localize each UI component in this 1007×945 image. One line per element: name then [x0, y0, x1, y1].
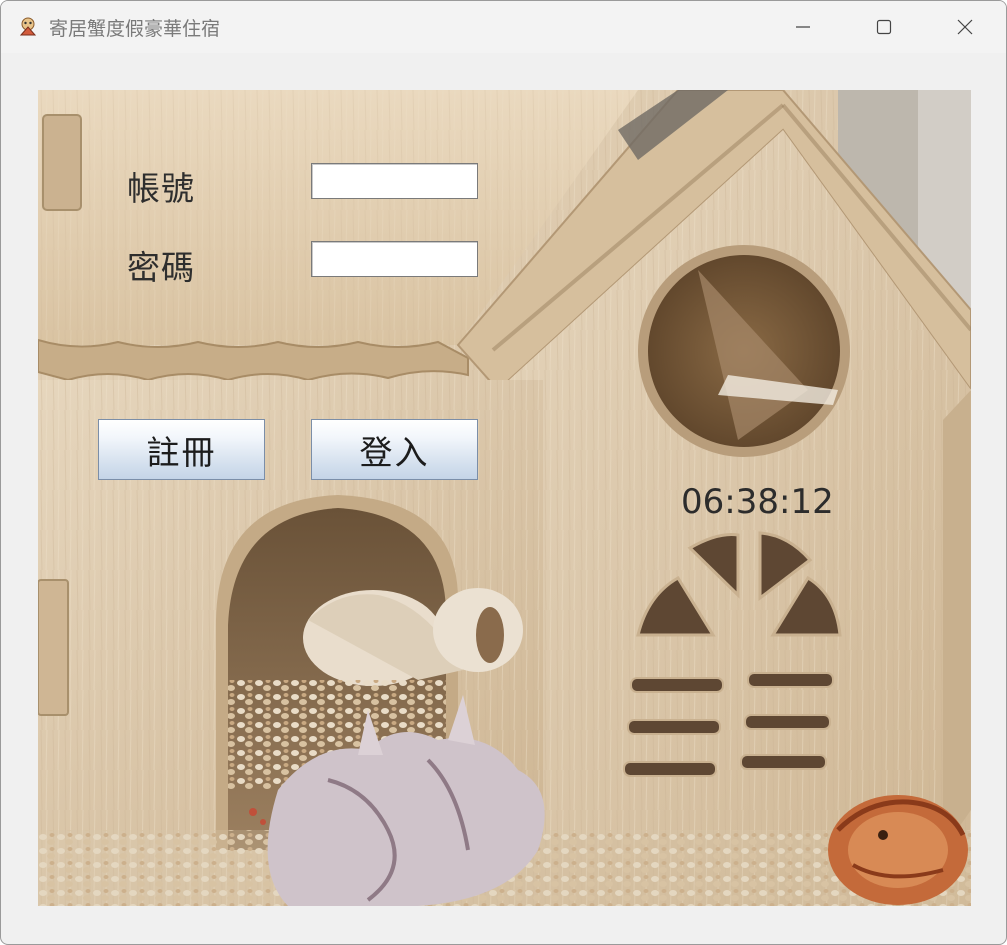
minimize-button[interactable] [763, 1, 843, 53]
clock-display: 06:38:12 [681, 482, 834, 522]
login-button[interactable]: 登入 [311, 419, 478, 480]
account-label: 帳號 [127, 169, 195, 208]
title-bar[interactable]: 寄居蟹度假豪華住宿 [1, 1, 1006, 53]
maximize-button[interactable] [844, 1, 924, 53]
minimize-icon [796, 26, 810, 28]
password-label: 密碼 [127, 248, 195, 287]
password-input[interactable] [311, 241, 478, 277]
register-button[interactable]: 註冊 [98, 419, 265, 480]
app-window: 寄居蟹度假豪華住宿 帳號 密碼 註冊 登入 06:38:12 [0, 0, 1007, 945]
close-button[interactable] [925, 1, 1005, 53]
account-input[interactable] [311, 163, 478, 199]
app-icon [19, 17, 37, 36]
maximize-icon [876, 19, 892, 35]
close-icon [957, 19, 973, 35]
window-title: 寄居蟹度假豪華住宿 [49, 18, 221, 40]
